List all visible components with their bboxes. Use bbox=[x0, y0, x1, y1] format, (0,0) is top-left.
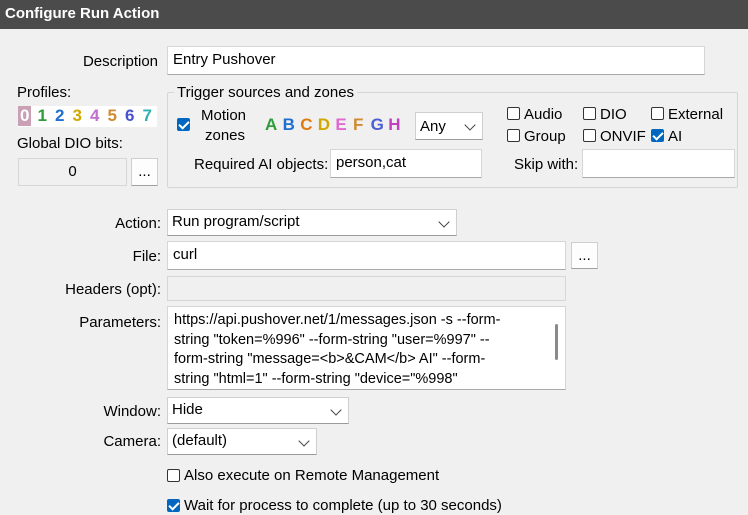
ai-label: AI bbox=[668, 128, 683, 145]
parameters-line: string "html=1" --form-string "device="%… bbox=[174, 370, 458, 387]
window-mode-select[interactable]: Hide bbox=[167, 397, 349, 424]
zone-e[interactable]: E bbox=[335, 115, 346, 135]
window-mode-value: Hide bbox=[172, 401, 203, 418]
zone-mode-value: Any bbox=[420, 118, 446, 135]
chevron-down-icon bbox=[298, 435, 310, 447]
file-browse-button[interactable]: ... bbox=[571, 242, 598, 269]
zone-c[interactable]: C bbox=[300, 115, 312, 135]
window-mode-label: Window: bbox=[103, 403, 161, 420]
file-input[interactable]: curl bbox=[167, 241, 566, 270]
parameters-line: https://api.pushover.net/1/messages.json… bbox=[174, 312, 501, 328]
camera-value: (default) bbox=[172, 432, 228, 449]
global-dio-label: Global DIO bits: bbox=[17, 135, 123, 152]
required-ai-label: Required AI objects: bbox=[194, 156, 329, 173]
description-label: Description bbox=[82, 53, 158, 70]
zone-d[interactable]: D bbox=[318, 115, 330, 135]
zone-mode-select[interactable]: Any bbox=[415, 112, 483, 140]
remote-management-checkbox[interactable] bbox=[167, 469, 180, 482]
action-select[interactable]: Run program/script bbox=[167, 209, 457, 236]
window-title: Configure Run Action bbox=[0, 0, 748, 29]
ai-checkbox[interactable] bbox=[651, 129, 664, 142]
skip-with-input[interactable] bbox=[582, 149, 735, 178]
profile-0[interactable]: 0 bbox=[18, 106, 32, 126]
profile-7[interactable]: 7 bbox=[143, 106, 152, 126]
skip-with-label: Skip with: bbox=[514, 156, 579, 173]
wait-process-label: Wait for process to complete (up to 30 s… bbox=[184, 497, 502, 514]
headers-input[interactable] bbox=[167, 276, 566, 301]
zone-h[interactable]: H bbox=[388, 115, 400, 135]
profile-5[interactable]: 5 bbox=[108, 106, 117, 126]
zone-g[interactable]: G bbox=[371, 115, 384, 135]
headers-label: Headers (opt): bbox=[65, 281, 161, 298]
chevron-down-icon bbox=[330, 404, 342, 416]
action-value: Run program/script bbox=[172, 213, 300, 230]
motion-zones-label-line1: Motion bbox=[201, 107, 247, 124]
dio-label: DIO bbox=[600, 106, 627, 123]
camera-select[interactable]: (default) bbox=[167, 428, 317, 455]
file-label: File: bbox=[132, 248, 161, 265]
zone-f[interactable]: F bbox=[353, 115, 363, 135]
parameters-label: Parameters: bbox=[79, 314, 161, 331]
global-dio-browse-button[interactable]: ... bbox=[131, 158, 158, 186]
audio-checkbox[interactable] bbox=[507, 107, 520, 120]
dio-checkbox[interactable] bbox=[583, 107, 596, 120]
parameters-textarea[interactable]: https://api.pushover.net/1/messages.json… bbox=[167, 306, 566, 390]
profile-4[interactable]: 4 bbox=[90, 106, 99, 126]
parameters-line: form-string "message=<b>&CAM</b> AI" --f… bbox=[174, 351, 486, 367]
camera-label: Camera: bbox=[103, 433, 161, 450]
required-ai-input[interactable]: person,cat bbox=[330, 149, 482, 178]
motion-zones-label-line2: zones bbox=[205, 127, 246, 144]
motion-zones-checkbox[interactable] bbox=[177, 118, 190, 131]
profiles-label: Profiles: bbox=[17, 84, 72, 101]
audio-label: Audio bbox=[524, 106, 563, 123]
onvif-label: ONVIF bbox=[600, 128, 646, 145]
group-label: Group bbox=[524, 128, 566, 145]
trigger-group-label: Trigger sources and zones bbox=[174, 84, 358, 101]
wait-process-checkbox[interactable] bbox=[167, 499, 180, 512]
external-label: External bbox=[668, 106, 724, 123]
remote-management-label: Also execute on Remote Management bbox=[184, 467, 440, 484]
profile-3[interactable]: 3 bbox=[73, 106, 82, 126]
zone-a[interactable]: A bbox=[265, 115, 277, 135]
profile-2[interactable]: 2 bbox=[55, 106, 64, 126]
chevron-down-icon bbox=[464, 119, 476, 131]
onvif-checkbox[interactable] bbox=[583, 129, 596, 142]
description-input[interactable]: Entry Pushover bbox=[167, 46, 705, 75]
global-dio-input[interactable]: 0 bbox=[18, 158, 127, 186]
group-checkbox[interactable] bbox=[507, 129, 520, 142]
zone-b[interactable]: B bbox=[283, 115, 295, 135]
parameters-line: string "token=%996" --form-string "user=… bbox=[174, 331, 490, 348]
profile-6[interactable]: 6 bbox=[125, 106, 134, 126]
chevron-down-icon bbox=[438, 216, 450, 228]
external-checkbox[interactable] bbox=[651, 107, 664, 120]
profile-1[interactable]: 1 bbox=[38, 106, 47, 126]
parameters-scrollbar[interactable] bbox=[555, 324, 558, 360]
action-label: Action: bbox=[115, 215, 161, 232]
